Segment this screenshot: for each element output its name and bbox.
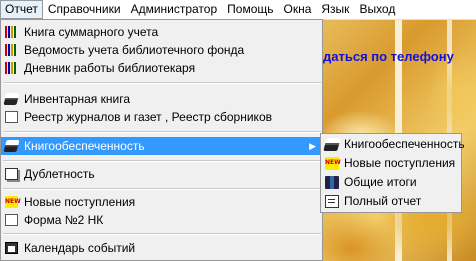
menu-windows[interactable]: Окна xyxy=(279,1,317,18)
background-phone-text: даться по телефону xyxy=(323,49,454,64)
books-icon xyxy=(5,26,18,38)
book-supply-submenu: Книгообеспеченность NEW Новые поступлени… xyxy=(320,133,465,213)
menu-separator xyxy=(3,160,321,162)
menu-item-new-arrivals[interactable]: NEW Новые поступления xyxy=(1,193,322,211)
open-book-icon xyxy=(3,140,20,152)
menu-separator xyxy=(3,233,321,235)
new-icon: NEW xyxy=(5,196,21,208)
menu-bar: Отчет Справочники Администратор Помощь О… xyxy=(0,0,476,20)
calendar-icon xyxy=(5,242,18,254)
books-icon xyxy=(5,62,18,74)
submenu-item-totals[interactable]: Общие итоги xyxy=(321,173,461,192)
menu-item-fund-statement[interactable]: Ведомость учета библиотечного фонда xyxy=(1,41,322,59)
menu-separator xyxy=(3,82,321,84)
menu-item-duplicates[interactable]: Дублетность xyxy=(1,165,322,183)
submenu-item-book-supply[interactable]: Книгообеспеченность xyxy=(321,135,465,154)
menu-separator xyxy=(3,188,321,190)
document-icon xyxy=(5,214,18,226)
menu-separator xyxy=(3,131,321,133)
submenu-item-full-report[interactable]: Полный отчет xyxy=(321,192,461,211)
menu-item-book-supply[interactable]: Книгообеспеченность ▶ xyxy=(1,137,322,155)
books-icon xyxy=(5,44,18,56)
menu-report[interactable]: Отчет xyxy=(0,0,43,19)
summary-icon xyxy=(325,176,339,189)
menu-item-inventory-book[interactable]: Инвентарная книга xyxy=(1,90,322,108)
menu-exit[interactable]: Выход xyxy=(354,1,400,18)
menu-item-events-calendar[interactable]: Календарь событий xyxy=(1,239,322,257)
submenu-arrow-icon: ▶ xyxy=(309,141,316,151)
new-icon: NEW xyxy=(325,157,341,170)
menu-item-journals-registry[interactable]: Реестр журналов и газет , Реестр сборник… xyxy=(1,108,322,126)
submenu-item-new-arrivals[interactable]: NEW Новые поступления xyxy=(321,154,461,173)
menu-item-form-2-nk[interactable]: Форма №2 НК xyxy=(1,211,322,229)
menu-item-librarian-diary[interactable]: Дневник работы библиотекаря xyxy=(1,59,322,77)
menu-administrator[interactable]: Администратор xyxy=(126,1,223,18)
full-report-icon xyxy=(325,195,339,208)
menu-directories[interactable]: Справочники xyxy=(43,1,126,18)
menu-item-summary-book[interactable]: Книга суммарного учета xyxy=(1,23,322,41)
menu-language[interactable]: Язык xyxy=(316,1,354,18)
report-dropdown-menu: Книга суммарного учета Ведомость учета б… xyxy=(0,19,323,261)
duplicate-icon xyxy=(5,168,18,180)
open-book-icon xyxy=(3,93,20,105)
menu-help[interactable]: Помощь xyxy=(222,1,278,18)
document-icon xyxy=(5,111,18,123)
open-book-icon xyxy=(323,138,341,151)
